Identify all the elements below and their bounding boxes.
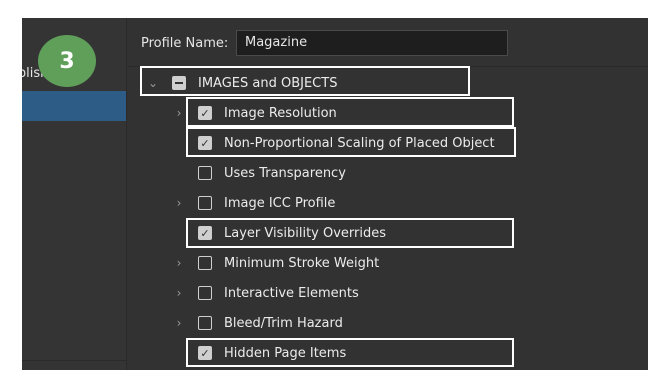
checkbox[interactable]	[198, 196, 212, 210]
item-label: Image ICC Profile	[224, 195, 336, 211]
highlight-box	[186, 218, 514, 248]
item-label: Uses Transparency	[224, 165, 346, 181]
checkbox[interactable]	[198, 316, 212, 330]
item-label: Interactive Elements	[224, 285, 359, 301]
chevron-right-icon[interactable]: ›	[172, 196, 186, 210]
profile-name-label: Profile Name:	[141, 36, 229, 51]
checkbox[interactable]	[198, 286, 212, 300]
list-item[interactable]: Uses Transparency	[172, 162, 346, 184]
highlight-box	[140, 66, 470, 96]
item-label: Bleed/Trim Hazard	[224, 315, 343, 331]
chevron-right-icon[interactable]: ›	[172, 106, 186, 120]
chevron-right-icon[interactable]: ›	[172, 256, 186, 270]
highlight-box	[186, 97, 514, 127]
checkbox[interactable]	[198, 256, 212, 270]
top-strip	[22, 0, 648, 18]
highlight-box	[186, 127, 516, 157]
profile-name-field[interactable]: Magazine	[236, 30, 508, 56]
sidebar-selected-row[interactable]	[22, 91, 126, 121]
item-label: Minimum Stroke Weight	[224, 255, 380, 271]
list-item[interactable]: › Image ICC Profile	[172, 192, 336, 214]
list-item[interactable]: › Bleed/Trim Hazard	[172, 312, 343, 334]
sidebar-bottom-divider	[22, 360, 126, 361]
list-item[interactable]: › Minimum Stroke Weight	[172, 252, 380, 274]
chevron-right-icon[interactable]: ›	[172, 316, 186, 330]
step-badge: 3	[38, 35, 96, 87]
highlight-box	[186, 338, 514, 367]
chevron-right-icon[interactable]: ›	[172, 286, 186, 300]
list-item[interactable]: › Interactive Elements	[172, 282, 359, 304]
checkbox[interactable]	[198, 166, 212, 180]
